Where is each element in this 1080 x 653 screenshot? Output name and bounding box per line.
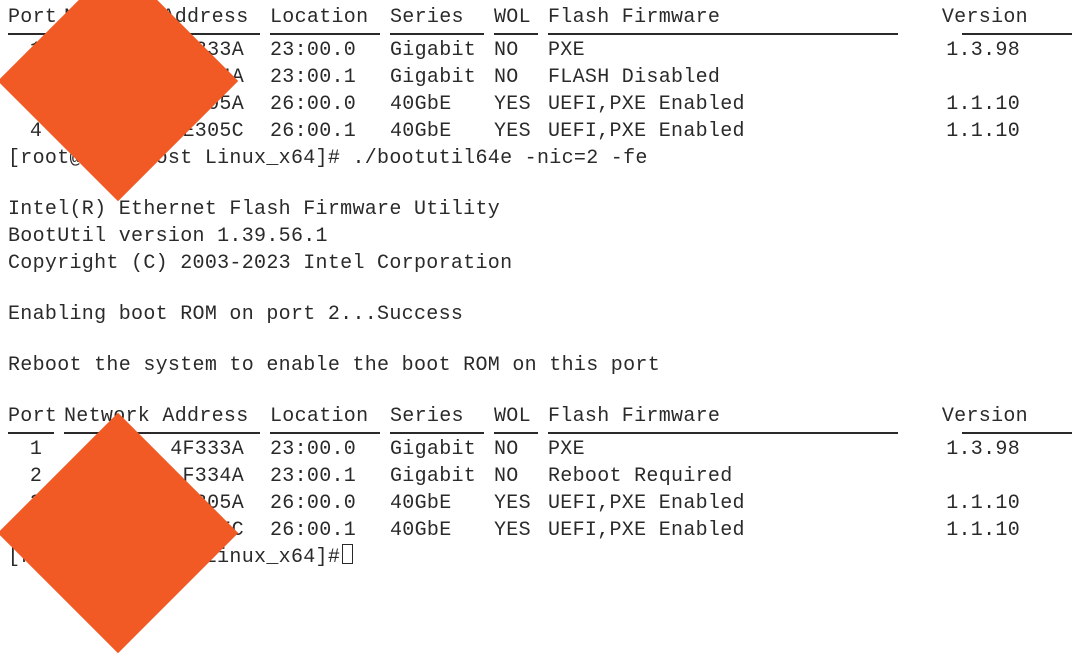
cell-port: 1 xyxy=(8,436,64,463)
cell-flash: FLASH Disabled xyxy=(548,64,908,91)
cell-series: Gigabit xyxy=(390,463,494,490)
cell-series: Gigabit xyxy=(390,64,494,91)
cell-wol: NO xyxy=(494,64,548,91)
cell-flash: Reboot Required xyxy=(548,463,908,490)
cell-location: 26:00.0 xyxy=(270,91,390,118)
cell-version: 1.3.98 xyxy=(908,436,1028,463)
cell-wol: YES xyxy=(494,490,548,517)
cell-flash: PXE xyxy=(548,37,908,64)
cell-flash: UEFI,PXE Enabled xyxy=(548,118,908,145)
cell-location: 26:00.1 xyxy=(270,118,390,145)
cell-flash: PXE xyxy=(548,436,908,463)
hdr-flash-firmware: Flash Firmware xyxy=(548,4,908,31)
hdr-version: Version xyxy=(908,4,1028,31)
cell-location: 23:00.1 xyxy=(270,463,390,490)
table2-separator xyxy=(8,432,1072,434)
cell-location: 26:00.1 xyxy=(270,517,390,544)
hdr-network-address: Network Address xyxy=(64,403,270,430)
status-reboot: Reboot the system to enable the boot ROM… xyxy=(8,352,1072,379)
cell-version: 1.1.10 xyxy=(908,118,1028,145)
cell-series: Gigabit xyxy=(390,436,494,463)
cell-flash: UEFI,PXE Enabled xyxy=(548,490,908,517)
hdr-port: Port xyxy=(8,403,64,430)
hdr-series: Series xyxy=(390,4,494,31)
cursor-icon xyxy=(342,544,353,564)
cell-version: 1.1.10 xyxy=(908,91,1028,118)
cell-wol: YES xyxy=(494,517,548,544)
cell-wol: YES xyxy=(494,118,548,145)
cell-series: 40GbE xyxy=(390,118,494,145)
cell-series: 40GbE xyxy=(390,91,494,118)
cell-wol: YES xyxy=(494,91,548,118)
hdr-wol: WOL xyxy=(494,4,548,31)
banner-line2: BootUtil version 1.39.56.1 xyxy=(8,223,1072,250)
hdr-location: Location xyxy=(270,403,390,430)
hdr-flash-firmware: Flash Firmware xyxy=(548,403,908,430)
cell-version xyxy=(908,463,1028,490)
hdr-wol: WOL xyxy=(494,403,548,430)
cell-location: 23:00.0 xyxy=(270,37,390,64)
table-row: 1 4F333A 23:00.0 Gigabit NO PXE 1.3.98 xyxy=(8,436,1072,463)
cell-version: 1.3.98 xyxy=(908,37,1028,64)
cell-wol: NO xyxy=(494,436,548,463)
cell-wol: NO xyxy=(494,463,548,490)
status-enable: Enabling boot ROM on port 2...Success xyxy=(8,301,1072,328)
cell-wol: NO xyxy=(494,37,548,64)
cell-series: 40GbE xyxy=(390,517,494,544)
table2-header: Port Network Address Location Series WOL… xyxy=(8,403,1072,430)
cell-version xyxy=(908,64,1028,91)
cell-flash: UEFI,PXE Enabled xyxy=(548,517,908,544)
cell-series: 40GbE xyxy=(390,490,494,517)
banner-line1: Intel(R) Ethernet Flash Firmware Utility xyxy=(8,196,1072,223)
cell-location: 26:00.0 xyxy=(270,490,390,517)
cell-series: Gigabit xyxy=(390,37,494,64)
cell-location: 23:00.0 xyxy=(270,436,390,463)
cell-flash: UEFI,PXE Enabled xyxy=(548,91,908,118)
cell-version: 1.1.10 xyxy=(908,490,1028,517)
hdr-version: Version xyxy=(908,403,1028,430)
cell-version: 1.1.10 xyxy=(908,517,1028,544)
hdr-series: Series xyxy=(390,403,494,430)
cell-location: 23:00.1 xyxy=(270,64,390,91)
banner-line3: Copyright (C) 2003-2023 Intel Corporatio… xyxy=(8,250,1072,277)
hdr-location: Location xyxy=(270,4,390,31)
